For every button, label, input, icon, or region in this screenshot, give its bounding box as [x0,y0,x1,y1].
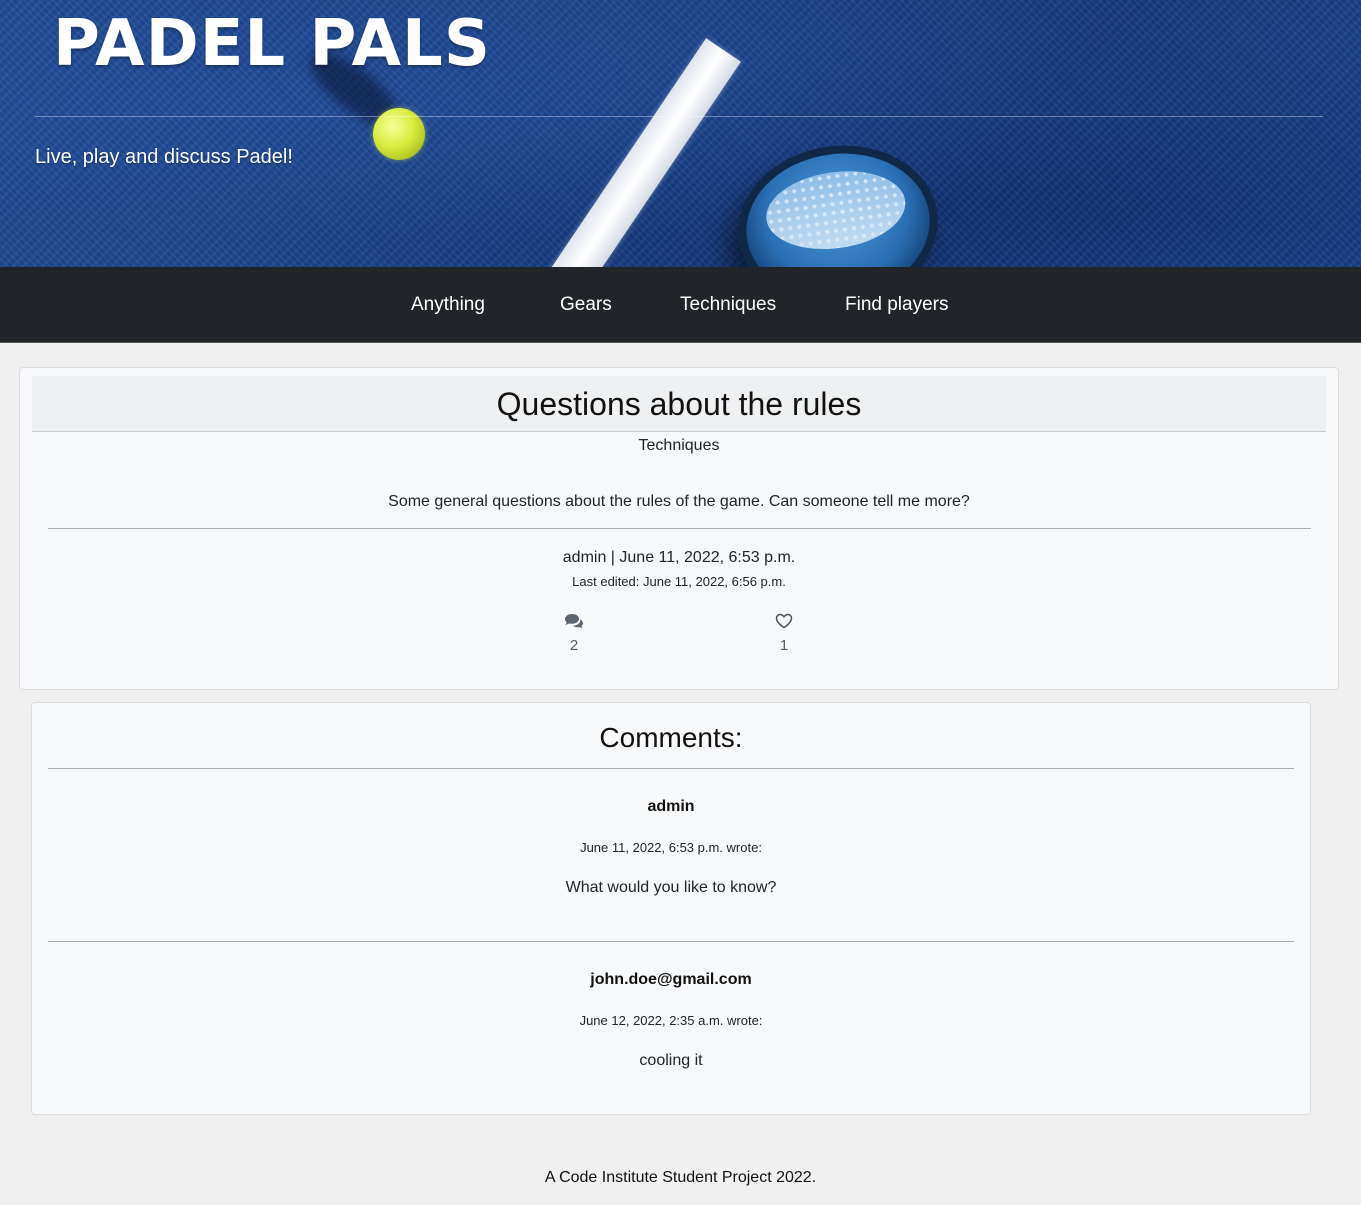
comment-item: john.doe@gmail.com June 12, 2022, 2:35 a… [32,966,1310,1126]
like-count: 1 [779,637,789,654]
site-logo-title[interactable]: PADEL PALS [53,12,491,76]
racket-face-image [761,162,911,258]
comment-divider [48,941,1294,942]
comments-card: Comments: admin June 11, 2022, 6:53 p.m.… [31,702,1311,1115]
nav-link-techniques[interactable]: Techniques [680,294,776,316]
comments-heading: Comments: [599,722,743,753]
comment-count: 2 [569,637,579,654]
post-title: Questions about the rules [496,386,862,422]
comments-divider [48,768,1294,769]
post-last-edited: Last edited: June 11, 2022, 6:56 p.m. [572,574,786,589]
post-header: Questions about the rules [32,376,1326,432]
post-body: Some general questions about the rules o… [388,493,970,510]
comment-text: cooling it [639,1052,703,1069]
hero-divider [35,116,1323,117]
comment-count-stat: 2 [554,613,594,655]
comment-date: June 12, 2022, 2:35 a.m. wrote: [579,1013,763,1028]
category-nav: Anything Gears Techniques Find players [0,267,1361,343]
site-tagline: Live, play and discuss Padel! [35,146,293,168]
site-footer: A Code Institute Student Project 2022. [544,1169,817,1186]
comment-item: admin June 11, 2022, 6:53 p.m. wrote: Wh… [32,793,1310,953]
comment-author: john.doe@gmail.com [590,971,752,988]
nav-link-anything[interactable]: Anything [411,294,485,316]
comments-icon [565,614,583,628]
hero-banner: PADEL PALS Live, play and discuss Padel! [0,0,1361,267]
comment-author: admin [647,798,695,815]
nav-link-find-players[interactable]: Find players [845,294,949,316]
post-author-date: admin | June 11, 2022, 6:53 p.m. [562,549,796,566]
nav-link-gears[interactable]: Gears [560,294,612,316]
comment-date: June 11, 2022, 6:53 p.m. wrote: [580,840,762,855]
post-divider [48,528,1311,529]
heart-outline-icon[interactable] [775,613,793,629]
comment-text: What would you like to know? [565,879,777,896]
post-card: Questions about the rules Techniques Som… [19,367,1339,690]
post-category: Techniques [638,437,720,454]
like-count-stat[interactable]: 1 [764,613,804,655]
